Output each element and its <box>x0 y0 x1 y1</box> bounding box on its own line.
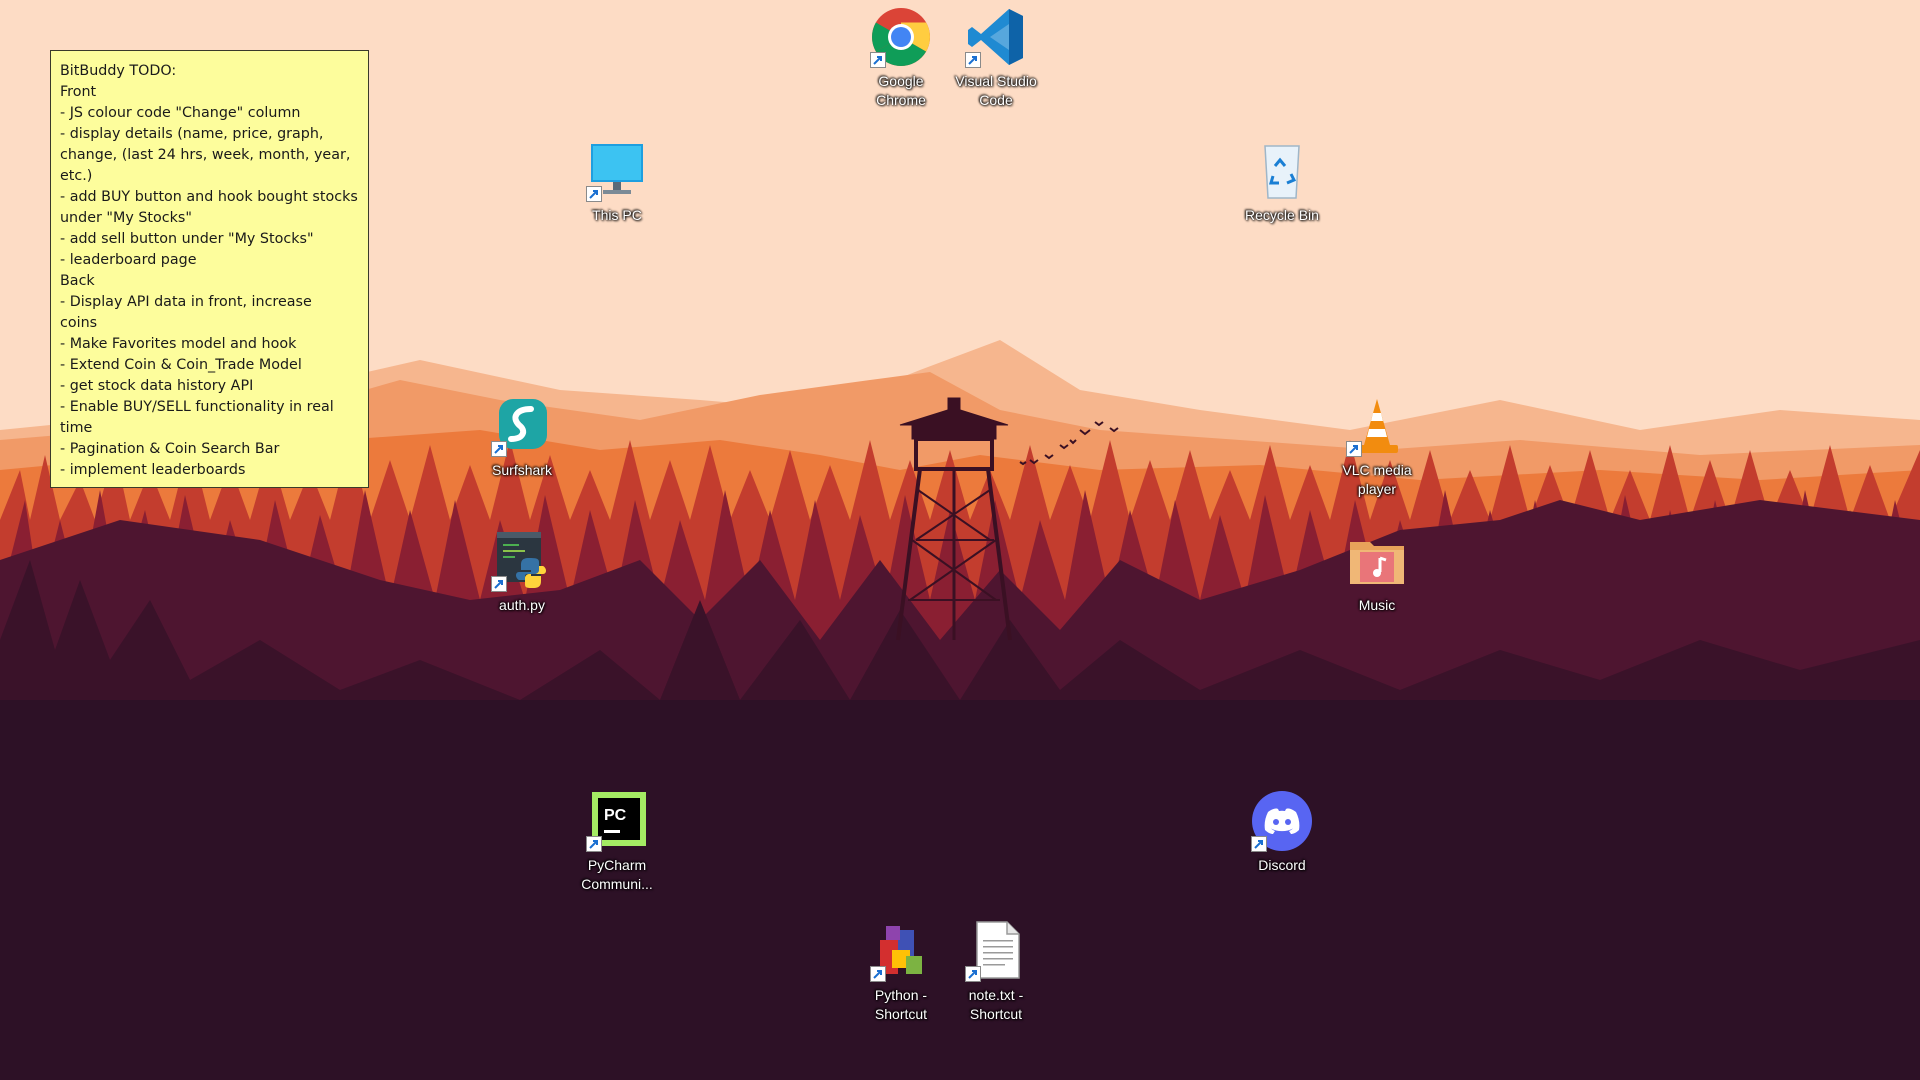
sticky-line: - JS colour code "Change" column <box>60 105 301 121</box>
vscode-icon <box>965 6 1027 68</box>
sticky-line: - display details (name, price, graph, <box>60 126 324 142</box>
desktop-icon-auth-py[interactable]: auth.py <box>472 530 572 615</box>
sticky-line: BitBuddy TODO: <box>60 63 177 79</box>
sticky-line: time <box>60 420 93 436</box>
svg-text:PC: PC <box>604 807 627 824</box>
shortcut-arrow-icon <box>586 836 602 852</box>
desktop-icon-discord[interactable]: Discord <box>1232 790 1332 875</box>
shortcut-arrow-icon <box>965 52 981 68</box>
sticky-line: - Make Favorites model and hook <box>60 336 297 352</box>
shortcut-arrow-icon <box>965 966 981 982</box>
sticky-line: - add BUY button and hook bought stocks <box>60 189 358 205</box>
sticky-line: - implement leaderboards <box>60 462 246 478</box>
desktop-icon-note-shortcut[interactable]: note.txt - Shortcut <box>946 920 1046 1024</box>
icon-label: PyCharm Communi... <box>581 857 653 892</box>
desktop-icon-music[interactable]: Music <box>1327 530 1427 615</box>
python-file-icon <box>491 530 553 592</box>
desktop-icon-surfshark[interactable]: Surfshark <box>472 395 572 480</box>
desktop-icon-pycharm[interactable]: PC PyCharm Communi... <box>567 790 667 894</box>
shortcut-arrow-icon <box>870 966 886 982</box>
icon-label: This PC <box>592 207 642 223</box>
shortcut-arrow-icon <box>491 441 507 457</box>
sticky-line: - Display API data in front, increase <box>60 294 312 310</box>
music-folder-icon <box>1346 530 1408 592</box>
monitor-icon <box>586 140 648 202</box>
sticky-line: etc.) <box>60 168 93 184</box>
text-file-icon <box>965 920 1027 982</box>
shortcut-arrow-icon <box>491 576 507 592</box>
desktop-icon-vlc[interactable]: VLC media player <box>1327 395 1427 499</box>
sticky-line: Front <box>60 84 97 100</box>
desktop-icon-vscode[interactable]: Visual Studio Code <box>946 6 1046 110</box>
shortcut-arrow-icon <box>1251 836 1267 852</box>
sticky-line: change, (last 24 hrs, week, month, year, <box>60 147 351 163</box>
desktop-icon-recycle-bin[interactable]: Recycle Bin <box>1232 140 1332 225</box>
shortcut-arrow-icon <box>870 52 886 68</box>
sticky-line: coins <box>60 315 98 331</box>
sticky-line: - Extend Coin & Coin_Trade Model <box>60 357 302 373</box>
icon-label: Visual Studio Code <box>955 73 1037 108</box>
recycle-bin-icon <box>1251 140 1313 202</box>
desktop-icon-this-pc[interactable]: This PC <box>567 140 667 225</box>
icon-label: Recycle Bin <box>1245 207 1319 223</box>
icon-label: auth.py <box>499 597 545 613</box>
python-installer-icon <box>870 920 932 982</box>
icon-label: VLC media player <box>1342 462 1412 497</box>
chrome-icon <box>870 6 932 68</box>
sticky-line: under "My Stocks" <box>60 210 192 226</box>
discord-icon <box>1251 790 1313 852</box>
icon-label: Surfshark <box>492 462 552 478</box>
desktop-icon-chrome[interactable]: Google Chrome <box>851 6 951 110</box>
sticky-line: - Pagination & Coin Search Bar <box>60 441 280 457</box>
sticky-line: - Enable BUY/SELL functionality in real <box>60 399 334 415</box>
icon-label: Google Chrome <box>876 73 926 108</box>
sticky-note[interactable]: BitBuddy TODO: Front - JS colour code "C… <box>50 50 369 488</box>
desktop-icon-python-shortcut[interactable]: Python - Shortcut <box>851 920 951 1024</box>
sticky-line: Back <box>60 273 95 289</box>
sticky-line: - leaderboard page <box>60 252 197 268</box>
pycharm-icon: PC <box>586 790 648 852</box>
sticky-line: - get stock data history API <box>60 378 254 394</box>
icon-label: Python - Shortcut <box>874 987 928 1022</box>
sticky-line: - add sell button under "My Stocks" <box>60 231 314 247</box>
shortcut-arrow-icon <box>1346 441 1362 457</box>
vlc-cone-icon <box>1346 395 1408 457</box>
surfshark-icon <box>491 395 553 457</box>
icon-label: note.txt - Shortcut <box>968 987 1024 1022</box>
shortcut-arrow-icon <box>586 186 602 202</box>
icon-label: Music <box>1358 597 1396 613</box>
icon-label: Discord <box>1258 857 1306 873</box>
